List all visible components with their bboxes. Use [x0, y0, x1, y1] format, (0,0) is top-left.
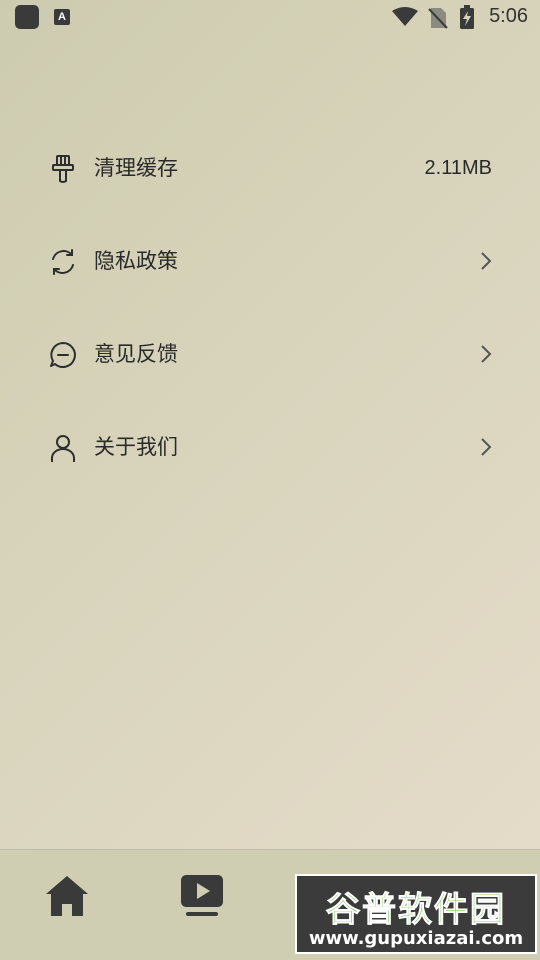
- chevron-right-icon: [481, 252, 492, 270]
- about-us-label: 关于我们: [94, 435, 178, 459]
- watermark-url: www.gupuxiazai.com: [308, 928, 524, 949]
- status-bar: A 5:06: [0, 0, 540, 36]
- brush-icon: [52, 155, 74, 183]
- video-play-icon[interactable]: [178, 872, 226, 920]
- chevron-right-icon: [481, 438, 492, 456]
- no-sim-icon: [428, 8, 448, 29]
- cache-size-value: 2.11MB: [424, 157, 492, 179]
- refresh-icon: [52, 249, 74, 275]
- feedback-item[interactable]: 意见反馈: [0, 308, 540, 401]
- privacy-policy-label: 隐私政策: [94, 249, 178, 273]
- about-us-item[interactable]: 关于我们: [0, 401, 540, 494]
- clear-cache-item[interactable]: 清理缓存 2.11MB: [0, 122, 540, 215]
- wifi-icon: [392, 7, 418, 26]
- feedback-label: 意见反馈: [94, 342, 178, 366]
- privacy-policy-item[interactable]: 隐私政策: [0, 215, 540, 308]
- chevron-right-icon: [481, 345, 492, 363]
- watermark-logo: 谷普软件园 www.gupuxiazai.com: [295, 874, 537, 954]
- battery-charging-icon: [460, 5, 474, 29]
- app-icon: [15, 5, 39, 29]
- text-input-icon: A: [54, 9, 70, 25]
- home-icon[interactable]: [43, 872, 91, 920]
- chat-bubble-icon: [50, 342, 76, 368]
- user-icon: [51, 435, 75, 462]
- settings-menu: 清理缓存 2.11MB 隐私政策 意见反馈 关于我们: [0, 122, 540, 494]
- clock: 5:06: [489, 5, 528, 27]
- watermark-title: 谷普软件园: [326, 890, 506, 931]
- clear-cache-label: 清理缓存: [94, 156, 178, 180]
